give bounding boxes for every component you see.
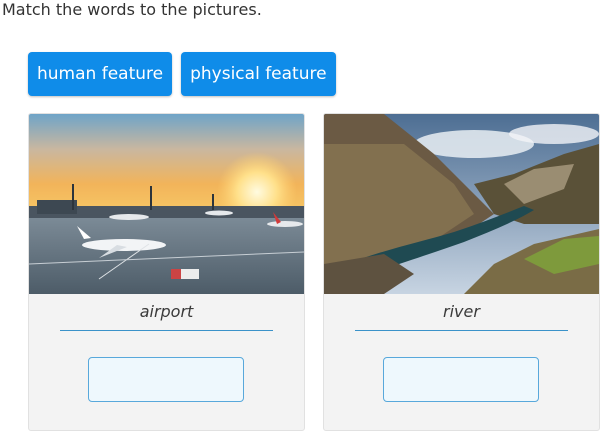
picture-card-airport: airport <box>28 113 305 431</box>
instruction-text: Match the words to the pictures. <box>2 0 262 19</box>
caption-divider <box>60 330 273 331</box>
drop-target-river[interactable] <box>383 357 539 402</box>
card-caption-river: river <box>443 302 480 321</box>
chip-physical-feature[interactable]: physical feature <box>181 52 336 96</box>
chip-human-feature[interactable]: human feature <box>28 52 173 96</box>
airport-photo <box>29 114 304 294</box>
river-canyon-photo <box>324 114 599 294</box>
caption-divider <box>355 330 568 331</box>
drop-target-airport[interactable] <box>88 357 244 402</box>
card-caption-airport: airport <box>139 302 194 321</box>
picture-card-river: river <box>323 113 600 431</box>
word-bank: human feature physical feature <box>28 52 336 96</box>
